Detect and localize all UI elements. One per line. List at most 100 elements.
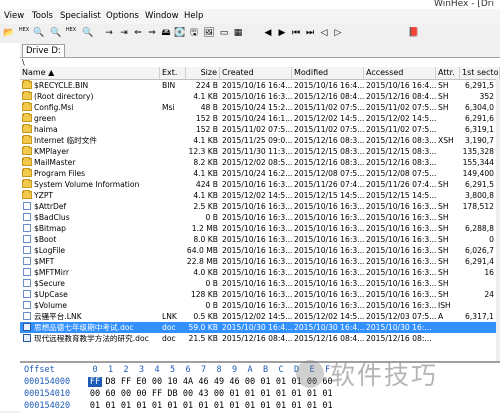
file-row[interactable]: $BadClus 0 B 2015/10/16 16:3... 2015/10/16 … <box>20 212 500 223</box>
file-row[interactable]: $AttrDef 2.5 KB 2015/10/16 16:3... 2015/10/… <box>20 201 500 212</box>
hex-byte[interactable]: 01 <box>228 401 242 411</box>
file-row[interactable]: 思想品德七年级期中考试.doc doc 59.0 KB 2015/10/30 16:4… <box>20 322 500 333</box>
hex-byte[interactable]: 01 <box>150 401 164 411</box>
hex-byte[interactable]: 01 <box>197 401 211 411</box>
hex-byte[interactable]: 01 <box>274 377 288 387</box>
hex-byte[interactable]: 01 <box>305 401 319 411</box>
hex-byte[interactable]: 01 <box>228 389 242 399</box>
column-first-sector[interactable]: 1st sector <box>460 67 500 79</box>
file-row[interactable]: 云骚平台.LNK LNK 0.5 KB 2015/12/02 14:5... 2015/… <box>20 311 500 322</box>
hex-byte[interactable]: 01 <box>305 389 319 399</box>
column-modified[interactable]: Modified <box>292 67 364 79</box>
hex-byte[interactable]: FF <box>150 389 164 399</box>
menu-specialist[interactable]: Specialist <box>60 11 101 21</box>
hex-byte[interactable]: 00 <box>135 389 149 399</box>
hex-byte[interactable]: 01 <box>88 401 102 411</box>
file-row[interactable]: $Secure 0 B 2015/10/16 16:3... 2015/10/16 1… <box>20 278 500 289</box>
last-icon[interactable]: ⏭ <box>304 27 316 39</box>
open-icon[interactable]: 📂 <box>3 27 15 39</box>
next-icon[interactable]: ▷ <box>332 27 344 39</box>
hex-find-icon[interactable]: HEX <box>65 27 77 39</box>
disk-tools-icon[interactable]: 🖫 <box>188 27 200 39</box>
hex-cursor-byte[interactable]: FF <box>88 377 102 387</box>
hex-byte[interactable]: E0 <box>135 377 149 387</box>
goto-offset-icon[interactable]: → <box>103 27 115 39</box>
file-row[interactable]: MailMaster 8.2 KB 2015/12/02 08:5... 2015/1… <box>20 157 500 168</box>
column-name[interactable]: Name ▲ <box>20 67 160 79</box>
hex-byte[interactable]: 01 <box>135 401 149 411</box>
file-row[interactable]: haima 152 B 2015/11/02 07:5... 2015/11/02 0… <box>20 124 500 135</box>
hex-byte[interactable]: 01 <box>259 401 273 411</box>
hex-byte[interactable]: 00 <box>243 377 257 387</box>
hex-byte[interactable]: D8 <box>104 377 118 387</box>
hex-byte[interactable]: 01 <box>290 401 304 411</box>
binoculars-hex-icon[interactable]: 🔍 <box>50 27 62 39</box>
hex-byte[interactable]: 01 <box>259 377 273 387</box>
first-icon[interactable]: ⏮ <box>290 27 302 39</box>
hex-byte[interactable]: 49 <box>212 377 226 387</box>
file-row[interactable]: KMPlayer 12.3 KB 2015/11/30 11:3... 2015/12… <box>20 146 500 157</box>
file-row[interactable]: Internet 临时文件 4.1 KB 2015/11/25 09:0... 201… <box>20 135 500 146</box>
hex-byte[interactable]: FF <box>119 377 133 387</box>
hex-byte[interactable]: 01 <box>290 389 304 399</box>
hex-byte[interactable]: 60 <box>104 389 118 399</box>
hex-byte[interactable]: 01 <box>104 401 118 411</box>
menu-tools[interactable]: Tools <box>32 11 53 21</box>
hex-byte[interactable]: 43 <box>197 389 211 399</box>
file-row[interactable]: $LogFile 64.0 MB 2015/10/16 16:3... 2015/10… <box>20 245 500 256</box>
hex-byte[interactable]: 4A <box>181 377 195 387</box>
hex-byte[interactable]: DB <box>166 389 180 399</box>
file-row[interactable]: green 152 B 2015/10/24 16:1... 2015/12/02 1… <box>20 113 500 124</box>
hex-byte[interactable]: 01 <box>166 401 180 411</box>
file-row[interactable]: $RECYCLE.BIN BIN 224 B 2015/10/16 16:4... 20… <box>20 80 500 91</box>
column-created[interactable]: Created <box>220 67 292 79</box>
file-row[interactable]: (Root directory) 4.1 KB 2015/10/16 16:3...… <box>20 91 500 102</box>
hex-byte[interactable]: 01 <box>259 389 273 399</box>
column-attr[interactable]: Attr. <box>436 67 460 79</box>
hex-byte[interactable]: 00 <box>212 389 226 399</box>
menu-options[interactable]: Options <box>106 11 139 21</box>
hex-byte[interactable]: 46 <box>197 377 211 387</box>
prev-icon[interactable]: ◁ <box>318 27 330 39</box>
file-row[interactable]: Config.Msi Msi 48 B 2015/10/24 15:2... 2015/… <box>20 102 500 113</box>
file-row[interactable]: $Volume 0 B 2015/10/16 16:3... 2015/10/16 1… <box>20 300 500 311</box>
menu-window[interactable]: Window <box>145 11 179 21</box>
hex-byte[interactable]: 00 <box>88 389 102 399</box>
hex-byte[interactable]: 01 <box>274 389 288 399</box>
goto-sector-icon[interactable]: ⇥ <box>118 27 130 39</box>
file-row[interactable]: $Bitmap 1.2 MB 2015/10/16 16:3... 2015/10/1… <box>20 223 500 234</box>
book-icon[interactable]: 📕 <box>408 27 420 39</box>
hex-byte[interactable]: 00 <box>150 377 164 387</box>
hex-byte[interactable]: 01 <box>243 389 257 399</box>
hex-search-icon[interactable]: HEX <box>18 27 30 39</box>
hex-byte[interactable]: 01 <box>119 401 133 411</box>
hex-byte[interactable]: 46 <box>228 377 242 387</box>
calculator-icon[interactable]: ▦ <box>232 27 244 39</box>
hex-byte[interactable]: 01 <box>243 401 257 411</box>
hex-byte[interactable]: 01 <box>181 401 195 411</box>
tab-drive-d[interactable]: Drive D: <box>22 44 65 57</box>
file-row[interactable]: $MFT 22.8 MB 2015/10/16 16:3... 2015/10/16 … <box>20 256 500 267</box>
file-row[interactable]: Program Files 4.1 KB 2015/10/24 16:2... 201… <box>20 168 500 179</box>
hex-byte[interactable]: 01 <box>321 401 335 411</box>
ram-icon[interactable]: ▭ <box>218 27 230 39</box>
vertical-scrollbar[interactable] <box>496 79 500 361</box>
image-icon[interactable]: 🖼 <box>203 27 215 39</box>
file-row[interactable]: $UpCase 128 KB 2015/10/16 16:3... 2015/10/1… <box>20 289 500 300</box>
disk-icon[interactable]: 🖴 <box>160 27 172 39</box>
file-row[interactable]: System Volume Information 424 B 2015/10/16… <box>20 179 500 190</box>
back-icon[interactable]: ⇐ <box>132 27 144 39</box>
menu-help[interactable]: Help <box>184 11 203 21</box>
binoculars-repeat-icon[interactable]: 🔍 <box>82 27 94 39</box>
file-row[interactable]: $Boot 8.0 KB 2015/10/16 16:3... 2015/10/16 … <box>20 234 500 245</box>
column-accessed[interactable]: Accessed <box>364 67 436 79</box>
hex-byte[interactable]: 01 <box>212 401 226 411</box>
hex-byte[interactable]: 01 <box>274 401 288 411</box>
column-ext[interactable]: Ext. <box>160 67 186 79</box>
binoculars-icon[interactable]: 🔍 <box>33 27 45 39</box>
forward-icon[interactable]: ⇒ <box>146 27 158 39</box>
hex-byte[interactable]: 10 <box>166 377 180 387</box>
file-row[interactable]: YZPT 4.1 KB 2015/12/02 14:5... 2015/12/15 1… <box>20 190 500 201</box>
hex-byte[interactable]: 00 <box>119 389 133 399</box>
column-size[interactable]: Size <box>186 67 220 79</box>
